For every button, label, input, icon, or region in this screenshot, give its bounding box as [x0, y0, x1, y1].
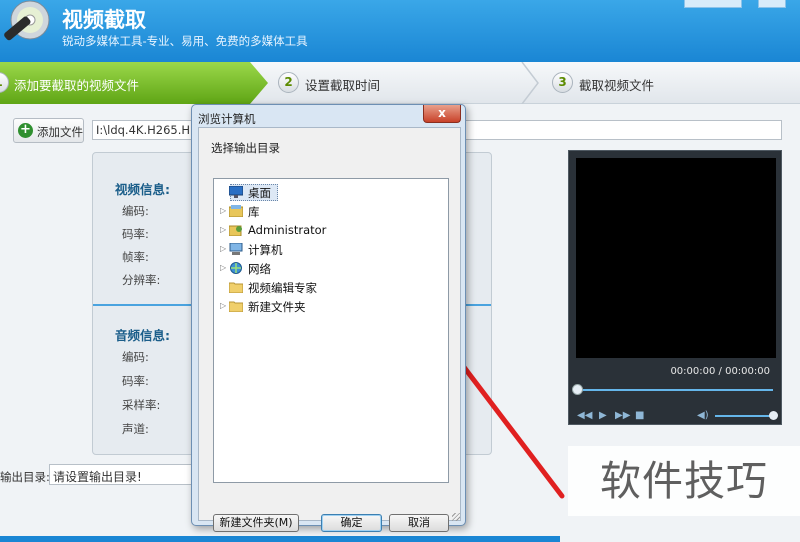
- tree-item-label: Administrator: [248, 223, 327, 237]
- playback-time: 00:00:00 / 00:00:00: [670, 366, 770, 377]
- video-screen: [576, 158, 776, 358]
- folder-icon: [229, 282, 243, 293]
- seek-handle[interactable]: [572, 384, 583, 395]
- audio-samplerate-label: 采样率:: [122, 398, 161, 412]
- tree-item-label: 计算机: [248, 243, 283, 257]
- volume-slider[interactable]: [715, 415, 773, 417]
- folder-icon: [229, 301, 243, 312]
- tree-item-label: 网络: [248, 262, 271, 276]
- video-resolution-label: 分辨率:: [122, 273, 161, 287]
- browse-folder-dialog: 浏览计算机 x 选择输出目录 桌面 ▷ 库 ▷ Administrator ▷: [191, 104, 466, 532]
- step-3-number: 3: [552, 72, 573, 93]
- output-dir-label: 输出目录:: [0, 470, 50, 484]
- expand-arrow-icon[interactable]: ▷: [220, 244, 226, 253]
- cancel-button[interactable]: 取消: [389, 514, 449, 532]
- dialog-title: 浏览计算机: [198, 112, 256, 126]
- tree-item-label: 桌面: [248, 186, 271, 200]
- add-file-label: 添加文件: [37, 125, 83, 139]
- app-title: 视频截取: [62, 8, 146, 32]
- tree-item-label: 库: [248, 205, 260, 219]
- step-1-label[interactable]: 添加要截取的视频文件: [14, 75, 139, 94]
- step-separator: [521, 62, 539, 104]
- window-close-button[interactable]: [758, 0, 786, 8]
- tree-item-label: 视频编辑专家: [248, 281, 317, 295]
- step-bar: 1 添加要截取的视频文件 2 设置截取时间 3 截取视频文件: [0, 62, 800, 104]
- plus-icon: +: [18, 123, 33, 138]
- app-header: 视频截取 锐动多媒体工具-专业、易用、免费的多媒体工具: [0, 0, 800, 62]
- expand-arrow-icon[interactable]: ▷: [220, 225, 226, 234]
- desktop-icon: [229, 186, 243, 198]
- video-codec-label: 编码:: [122, 204, 149, 218]
- audio-bitrate-label: 码率:: [122, 374, 149, 388]
- volume-handle[interactable]: [769, 411, 778, 420]
- video-bitrate-label: 码率:: [122, 227, 149, 241]
- audio-channels-label: 声道:: [122, 422, 149, 436]
- bottom-bar: [0, 536, 560, 542]
- stop-icon[interactable]: ■: [635, 410, 644, 421]
- library-icon: [229, 205, 243, 217]
- audio-codec-label: 编码:: [122, 350, 149, 364]
- expand-arrow-icon[interactable]: ▷: [220, 263, 226, 272]
- volume-icon[interactable]: ◀): [697, 410, 709, 421]
- app-logo-icon: [4, 0, 50, 41]
- new-folder-button[interactable]: 新建文件夹(M): [213, 514, 299, 532]
- step-3-label[interactable]: 截取视频文件: [579, 75, 654, 94]
- step-2-label[interactable]: 设置截取时间: [305, 75, 380, 94]
- video-preview-player: 00:00:00 / 00:00:00 ◀◀ ▶ ▶▶ ■ ◀): [568, 150, 782, 425]
- step-2-number: 2: [278, 72, 299, 93]
- dialog-close-button[interactable]: x: [423, 105, 461, 123]
- expand-arrow-icon[interactable]: ▷: [220, 206, 226, 215]
- video-framerate-label: 帧率:: [122, 250, 149, 264]
- window-controls[interactable]: [684, 0, 742, 8]
- rewind-icon[interactable]: ◀◀: [577, 410, 592, 421]
- tree-item-label: 新建文件夹: [248, 300, 306, 314]
- watermark-text: 软件技巧: [568, 446, 800, 516]
- resize-grip-icon[interactable]: [452, 513, 460, 521]
- dialog-body: 选择输出目录 桌面 ▷ 库 ▷ Administrator ▷ 计算机 ▷ 网络…: [198, 127, 461, 532]
- folder-tree[interactable]: 桌面 ▷ 库 ▷ Administrator ▷ 计算机 ▷ 网络 视频编辑专家…: [213, 178, 449, 483]
- play-icon[interactable]: ▶: [599, 410, 607, 421]
- dialog-prompt: 选择输出目录: [211, 141, 280, 155]
- user-folder-icon: [229, 225, 242, 236]
- fast-forward-icon[interactable]: ▶▶: [615, 410, 630, 421]
- computer-icon: [229, 243, 243, 255]
- app-subtitle: 锐动多媒体工具-专业、易用、免费的多媒体工具: [62, 34, 308, 48]
- ok-button[interactable]: 确定: [321, 514, 382, 532]
- audio-info-heading: 音频信息:: [115, 328, 170, 343]
- expand-arrow-icon[interactable]: ▷: [220, 301, 226, 310]
- seek-bar[interactable]: [577, 389, 773, 391]
- add-file-button[interactable]: + 添加文件: [13, 118, 84, 143]
- video-info-heading: 视频信息:: [115, 182, 170, 197]
- network-icon: [230, 262, 242, 274]
- output-dir-field[interactable]: 请设置输出目录!: [49, 464, 192, 485]
